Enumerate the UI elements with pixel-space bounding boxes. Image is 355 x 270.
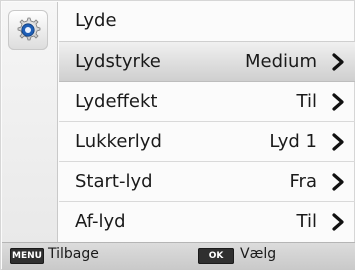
settings-category-tab[interactable] — [8, 10, 48, 50]
menu-key-icon: MENU — [10, 248, 44, 264]
chevron-right-icon — [329, 173, 347, 191]
row-label: Lydeffekt — [75, 91, 158, 112]
row-value: Til — [296, 211, 317, 232]
menu-row-lydstyrke[interactable]: Lydstyrke Medium — [59, 42, 355, 82]
menu-row-lydeffekt[interactable]: Lydeffekt Til — [59, 82, 355, 122]
row-value: Lyd 1 — [269, 131, 317, 152]
back-hint-label: Tilbage — [48, 246, 99, 262]
row-label: Lydstyrke — [75, 51, 161, 72]
menu-row-start-lyd[interactable]: Start-lyd Fra — [59, 162, 355, 202]
camera-settings-screen: Lyde Lydstyrke Medium Lydeffekt Til Lukk… — [0, 0, 355, 270]
menu-row-lukkerlyd[interactable]: Lukkerlyd Lyd 1 — [59, 122, 355, 162]
chevron-right-icon — [329, 93, 347, 111]
menu-row-af-lyd[interactable]: Af-lyd Til — [59, 202, 355, 242]
row-value: Fra — [289, 171, 317, 192]
chevron-right-icon — [329, 133, 347, 151]
category-sidebar — [2, 2, 58, 242]
row-label: Af-lyd — [75, 211, 126, 232]
chevron-right-icon — [329, 213, 347, 231]
select-hint-label: Vælg — [240, 246, 277, 262]
row-value: Til — [296, 91, 317, 112]
page-title: Lyde — [75, 10, 117, 31]
row-label: Start-lyd — [75, 171, 153, 192]
ok-key-icon: OK — [198, 248, 234, 264]
row-label: Lukkerlyd — [75, 131, 162, 152]
settings-list: Lyde Lydstyrke Medium Lydeffekt Til Lukk… — [59, 2, 355, 242]
list-header: Lyde — [59, 2, 355, 42]
chevron-right-icon — [329, 53, 347, 71]
button-guide-bar: MENU Tilbage OK Vælg — [2, 242, 355, 270]
row-value: Medium — [245, 51, 317, 72]
